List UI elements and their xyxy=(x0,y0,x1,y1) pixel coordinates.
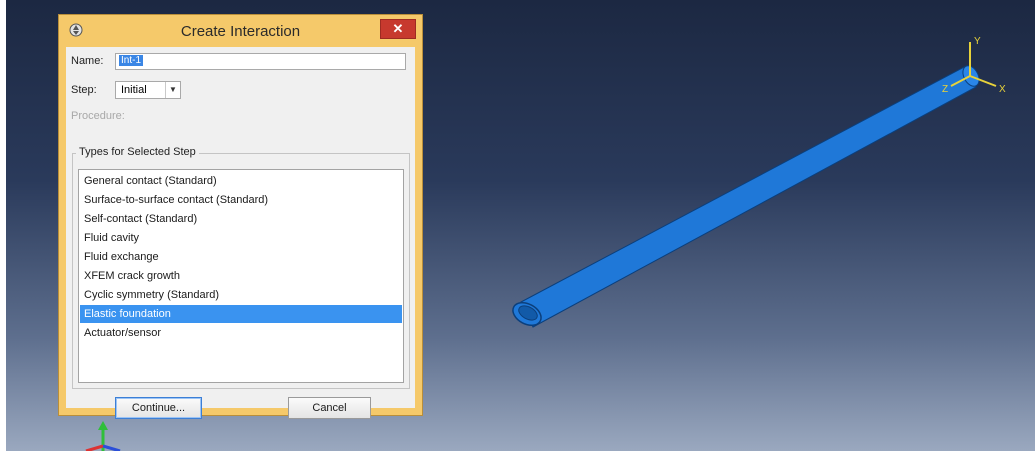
dialog-title: Create Interaction xyxy=(180,23,301,40)
list-item[interactable]: Cyclic symmetry (Standard) xyxy=(80,286,402,304)
name-label: Name: xyxy=(71,55,104,67)
list-item[interactable]: Fluid exchange xyxy=(80,248,402,266)
list-item[interactable]: Fluid cavity xyxy=(80,229,402,247)
list-item[interactable]: Actuator/sensor xyxy=(80,324,402,342)
procedure-label: Procedure: xyxy=(71,110,125,122)
create-interaction-dialog: Create Interaction ✕ Name: Int-1 Step: I… xyxy=(58,14,423,419)
step-select[interactable]: Initial ▼ xyxy=(115,81,181,99)
close-button[interactable]: ✕ xyxy=(380,19,416,39)
axis-label-y: Y xyxy=(974,36,981,47)
list-item-selected[interactable]: Elastic foundation xyxy=(80,305,402,323)
axis-label-z: Z xyxy=(942,84,948,95)
name-value: Int-1 xyxy=(119,55,144,66)
list-item[interactable]: XFEM crack growth xyxy=(80,267,402,285)
list-item[interactable]: Surface-to-surface contact (Standard) xyxy=(80,191,402,209)
types-group-label: Types for Selected Step xyxy=(76,146,199,158)
list-item[interactable]: General contact (Standard) xyxy=(80,172,402,190)
axis-label-x: X xyxy=(999,84,1006,95)
dialog-body: Name: Int-1 Step: Initial ▼ Procedure: T… xyxy=(66,47,415,419)
types-listbox[interactable]: General contact (Standard) Surface-to-su… xyxy=(78,169,404,383)
cancel-button[interactable]: Cancel xyxy=(288,397,371,419)
tube-part[interactable] xyxy=(509,63,982,330)
list-item[interactable]: Self-contact (Standard) xyxy=(80,210,402,228)
dialog-titlebar[interactable]: Create Interaction ✕ xyxy=(59,15,422,47)
name-field[interactable]: Int-1 xyxy=(115,53,406,70)
chevron-down-icon[interactable]: ▼ xyxy=(165,82,180,98)
step-value: Initial xyxy=(121,84,147,96)
step-label: Step: xyxy=(71,84,97,96)
global-axis-triad-icon xyxy=(85,421,121,451)
continue-button[interactable]: Continue... xyxy=(115,397,202,419)
